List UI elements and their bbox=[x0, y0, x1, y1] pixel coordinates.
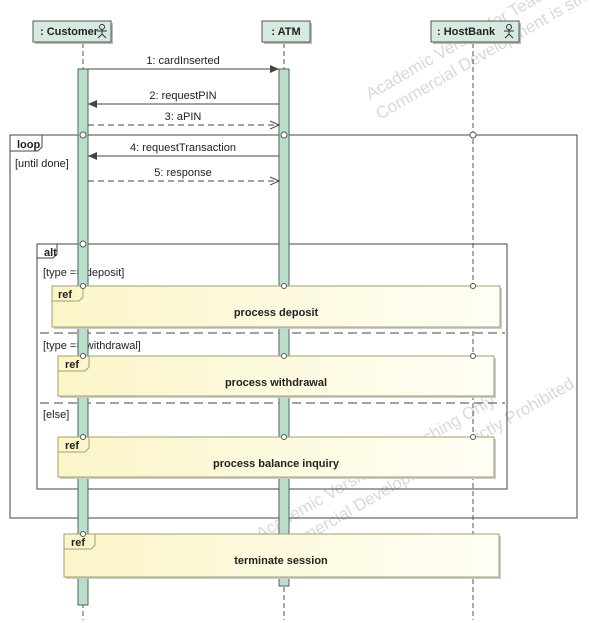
svg-text:ref: ref bbox=[65, 440, 79, 452]
alt-guard-withdrawal: [type == withdrawal] bbox=[43, 340, 141, 352]
sequence-diagram: Academic Version for Teaching Only Comme… bbox=[0, 0, 611, 623]
alt-guard-else: [else] bbox=[43, 409, 69, 421]
svg-text:3: aPIN: 3: aPIN bbox=[165, 111, 202, 123]
svg-text:ref: ref bbox=[58, 289, 72, 301]
svg-text:4: requestTransaction: 4: requestTransaction bbox=[130, 142, 236, 154]
svg-text:process deposit: process deposit bbox=[234, 307, 319, 319]
svg-text:: Customer: : Customer bbox=[40, 26, 99, 38]
alt-tag: alt bbox=[44, 247, 57, 259]
svg-text:1: cardInserted: 1: cardInserted bbox=[146, 55, 219, 67]
customer-activation bbox=[77, 68, 89, 606]
ref-terminate-session[interactable]: ref terminate session bbox=[63, 533, 501, 579]
message-requestPIN[interactable]: 2: requestPIN bbox=[88, 90, 279, 108]
svg-text:2: requestPIN: 2: requestPIN bbox=[149, 90, 216, 102]
ref-process-withdrawal[interactable]: ref process withdrawal bbox=[57, 355, 496, 398]
svg-text:terminate session: terminate session bbox=[234, 555, 328, 567]
svg-text:ref: ref bbox=[71, 537, 85, 549]
lifeline-atm[interactable]: : ATM bbox=[261, 20, 312, 44]
lifeline-hostbank[interactable]: : HostBank bbox=[430, 20, 521, 44]
loop-guard: [until done] bbox=[15, 158, 69, 170]
svg-text:: HostBank: : HostBank bbox=[437, 26, 496, 38]
lifeline-customer[interactable]: : Customer bbox=[32, 20, 113, 44]
ref-process-balance-inquiry[interactable]: ref process balance inquiry bbox=[57, 436, 496, 479]
svg-text:5: response: 5: response bbox=[154, 167, 211, 179]
message-cardInserted[interactable]: 1: cardInserted bbox=[88, 55, 279, 73]
svg-text:process balance inquiry: process balance inquiry bbox=[213, 458, 340, 470]
message-requestTransaction[interactable]: 4: requestTransaction bbox=[88, 142, 279, 160]
loop-tag: loop bbox=[17, 139, 40, 151]
ref-process-deposit[interactable]: ref process deposit bbox=[51, 285, 502, 329]
svg-text:ref: ref bbox=[65, 359, 79, 371]
message-aPIN[interactable]: 3: aPIN bbox=[88, 111, 279, 125]
svg-text:process withdrawal: process withdrawal bbox=[225, 377, 327, 389]
svg-text:: ATM: : ATM bbox=[271, 26, 300, 38]
message-response[interactable]: 5: response bbox=[88, 167, 279, 181]
